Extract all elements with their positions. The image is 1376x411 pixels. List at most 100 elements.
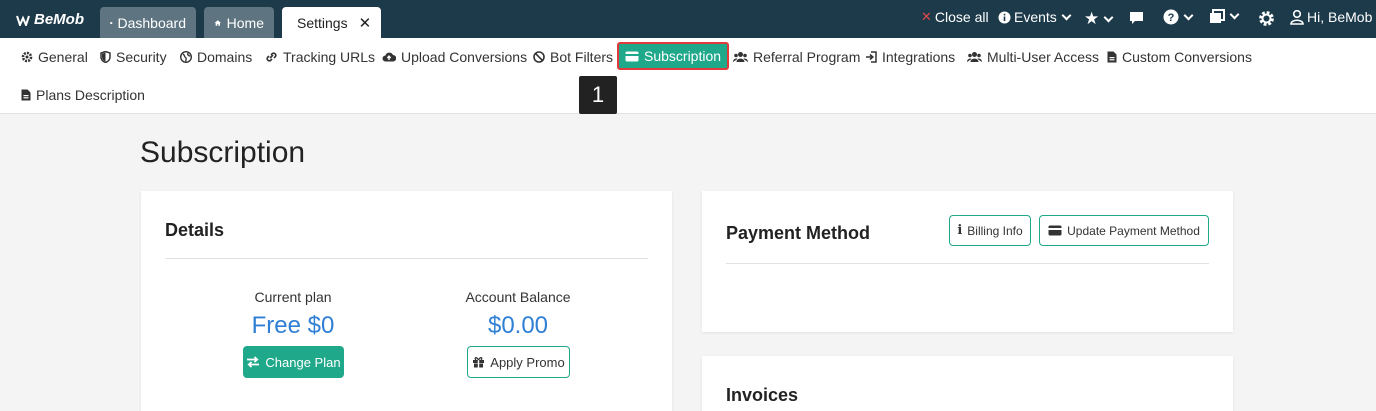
events-menu[interactable]: Events: [998, 9, 1072, 25]
user-icon: [1290, 9, 1304, 25]
nav-label: Integrations: [882, 49, 956, 65]
nav-tracking-urls[interactable]: Tracking URLs: [265, 49, 375, 65]
details-card: Details Current plan Free $0 Change Plan…: [141, 191, 672, 411]
account-balance-value: $0.00: [487, 312, 549, 339]
nav-upload-conversions[interactable]: Upload Conversions: [382, 49, 527, 65]
button-label: Change Plan: [265, 354, 341, 370]
settings-nav: General Security Domains Tracking URLs U…: [0, 38, 1376, 114]
cloud-upload-icon: [382, 52, 396, 62]
nav-referral-program[interactable]: Referral Program: [733, 49, 860, 65]
nav-label: Plans Description: [36, 87, 145, 103]
nav-label: General: [38, 49, 88, 65]
update-payment-method-button[interactable]: Update Payment Method: [1039, 215, 1209, 246]
nav-plans-description[interactable]: Plans Description: [21, 87, 145, 103]
shield-icon: [100, 51, 111, 63]
pages-menu[interactable]: [1209, 9, 1240, 24]
chevron-down-icon: [1061, 10, 1072, 20]
top-bar: BeMob Dashboard Home Settings ✕ ✕ Close …: [0, 0, 1376, 38]
divider: [165, 258, 648, 259]
nav-integrations[interactable]: Integrations: [865, 49, 955, 65]
nav-subscription[interactable]: Subscription: [617, 42, 730, 70]
divider: [726, 263, 1209, 264]
logo-text: BeMob: [34, 11, 84, 28]
apply-promo-button[interactable]: Apply Promo: [467, 346, 570, 378]
nav-domains[interactable]: Domains: [180, 49, 252, 65]
step-marker: 1: [579, 76, 617, 114]
account-balance-label: Account Balance: [465, 289, 571, 305]
tab-settings[interactable]: Settings ✕: [282, 7, 381, 38]
copy-icon: [1210, 9, 1225, 23]
chevron-down-icon: [1183, 10, 1194, 20]
close-icon: ✕: [921, 9, 932, 24]
link-icon: [266, 52, 277, 62]
nav-label: Domains: [197, 49, 253, 65]
nav-label: Tracking URLs: [283, 49, 376, 65]
change-plan-button[interactable]: Change Plan: [243, 346, 344, 378]
current-plan-label: Current plan: [254, 289, 332, 305]
user-greeting: Hi, BeMob: [1307, 9, 1373, 25]
users-icon: [967, 52, 982, 62]
invoices-title: Invoices: [726, 385, 799, 405]
nav-general[interactable]: General: [21, 49, 88, 65]
invoices-card: Invoices: [702, 356, 1233, 411]
tab-label: Settings: [297, 14, 348, 31]
nav-label: Custom Conversions: [1122, 49, 1252, 65]
info-icon: [998, 11, 1011, 23]
nav-custom-conversions[interactable]: Custom Conversions: [1107, 49, 1252, 65]
nav-bot-filters[interactable]: Bot Filters: [533, 49, 613, 65]
dashboard-icon: [110, 21, 113, 24]
help-icon: ?: [1163, 9, 1179, 25]
ban-icon: [533, 51, 545, 63]
sign-in-icon: [866, 51, 877, 63]
home-icon: [214, 19, 222, 26]
users-icon: [733, 52, 748, 62]
button-label: Apply Promo: [490, 354, 565, 370]
billing-info-button[interactable]: i Billing Info: [949, 215, 1031, 246]
chevron-down-icon: [1103, 12, 1114, 22]
help-menu[interactable]: ?: [1163, 9, 1194, 25]
close-tab-icon[interactable]: ✕: [359, 14, 372, 32]
payment-method-title: Payment Method: [726, 223, 871, 243]
nav-label: Subscription: [644, 48, 722, 64]
svg-text:?: ?: [1168, 12, 1175, 24]
payment-method-card: Payment Method i Billing Info Update Pay…: [702, 191, 1233, 332]
credit-card-icon: [1048, 225, 1062, 236]
close-all-button[interactable]: ✕ Close all: [921, 9, 989, 25]
exchange-icon: [247, 356, 260, 368]
star-icon: ★: [1084, 9, 1100, 28]
chat-icon: [1130, 12, 1143, 24]
events-label: Events: [1014, 9, 1057, 25]
gear-icon: [1259, 11, 1274, 26]
button-label: Update Payment Method: [1067, 223, 1200, 238]
bemob-logo[interactable]: BeMob: [16, 11, 84, 28]
nav-label: Upload Conversions: [401, 49, 528, 65]
tab-label: Dashboard: [117, 14, 187, 31]
nav-label: Multi-User Access: [987, 49, 1100, 65]
details-title: Details: [165, 220, 225, 240]
nav-multi-user-access[interactable]: Multi-User Access: [967, 49, 1099, 65]
user-menu[interactable]: Hi, BeMob: [1290, 9, 1372, 25]
gear-icon: [21, 51, 33, 63]
gift-icon: [473, 357, 485, 368]
current-plan-value: Free $0: [251, 312, 335, 339]
chevron-down-icon: [1229, 9, 1240, 20]
file-icon: [21, 89, 31, 101]
nav-label: Referral Program: [753, 49, 861, 65]
globe-icon: [180, 51, 192, 63]
favorites-menu[interactable]: ★: [1084, 9, 1114, 29]
chat-button[interactable]: [1129, 11, 1144, 25]
file-icon: [1107, 51, 1117, 63]
tab-home[interactable]: Home: [204, 7, 274, 38]
nav-label: Security: [116, 49, 167, 65]
button-label: Billing Info: [967, 223, 1023, 238]
page-title: Subscription: [140, 136, 306, 169]
logo-icon: [16, 14, 30, 26]
settings-button[interactable]: [1258, 10, 1275, 27]
credit-card-icon: [625, 51, 639, 61]
nav-label: Bot Filters: [550, 49, 614, 65]
nav-security[interactable]: Security: [100, 49, 167, 65]
tab-label: Home: [226, 14, 264, 31]
info-icon: i: [957, 223, 963, 238]
tab-dashboard[interactable]: Dashboard: [100, 7, 196, 38]
close-all-label: Close all: [934, 9, 989, 25]
